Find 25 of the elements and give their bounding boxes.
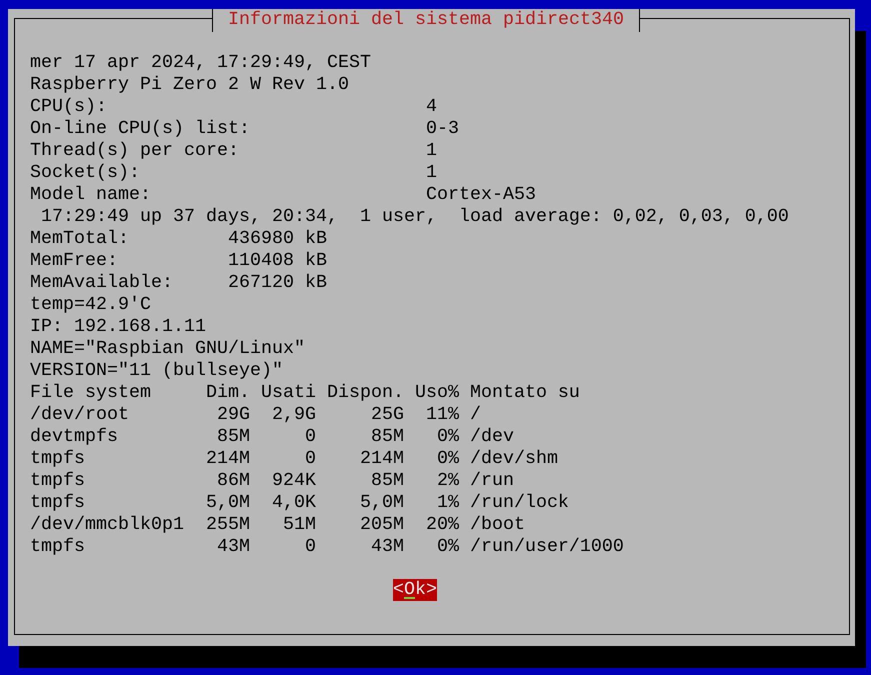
info-line: Thread(s) per core: 1 xyxy=(30,140,437,162)
info-line: Socket(s): 1 xyxy=(30,162,437,184)
info-line: devtmpfs 85M 0 85M 0% /dev xyxy=(30,426,514,448)
info-line: /dev/root 29G 2,9G 25G 11% / xyxy=(30,404,481,426)
info-line: On-line CPU(s) list: 0-3 xyxy=(30,118,459,140)
info-line: File system Dim. Usati Dispon. Uso% Montato su xyxy=(30,382,580,404)
info-line: 17:29:49 up 37 days, 20:34, 1 user, load average: 0,02, 0,03, 0,00 xyxy=(40,206,789,228)
info-line: Raspberry Pi Zero 2 W Rev 1.0 xyxy=(30,74,349,96)
info-line: mer 17 apr 2024, 17:29:49, CEST xyxy=(30,52,371,74)
info-line: temp=42.9'C xyxy=(30,294,151,316)
info-line: MemFree: 110408 kB xyxy=(30,250,327,272)
info-line: tmpfs 86M 924K 85M 2% /run xyxy=(30,470,514,492)
dialog-title: Informazioni del sistema pidirect340 xyxy=(212,9,640,32)
info-line: /dev/mmcblk0p1 255M 51M 205M 20% /boot xyxy=(30,514,525,536)
info-line: tmpfs 5,0M 4,0K 5,0M 1% /run/lock xyxy=(30,492,569,514)
info-line: NAME="Raspbian GNU/Linux" xyxy=(30,338,305,360)
info-line: MemTotal: 436980 kB xyxy=(30,228,327,250)
info-line: tmpfs 214M 0 214M 0% /dev/shm xyxy=(30,448,558,470)
info-line: MemAvailable: 267120 kB xyxy=(30,272,327,294)
info-line: VERSION="11 (bullseye)" xyxy=(30,360,283,382)
ok-button[interactable]: <Ok> xyxy=(393,579,437,601)
info-line: IP: 192.168.1.11 xyxy=(30,316,206,338)
info-line: CPU(s): 4 xyxy=(30,96,437,118)
info-line: tmpfs 43M 0 43M 0% /run/user/1000 xyxy=(30,536,624,558)
info-line: Model name: Cortex-A53 xyxy=(30,184,536,206)
